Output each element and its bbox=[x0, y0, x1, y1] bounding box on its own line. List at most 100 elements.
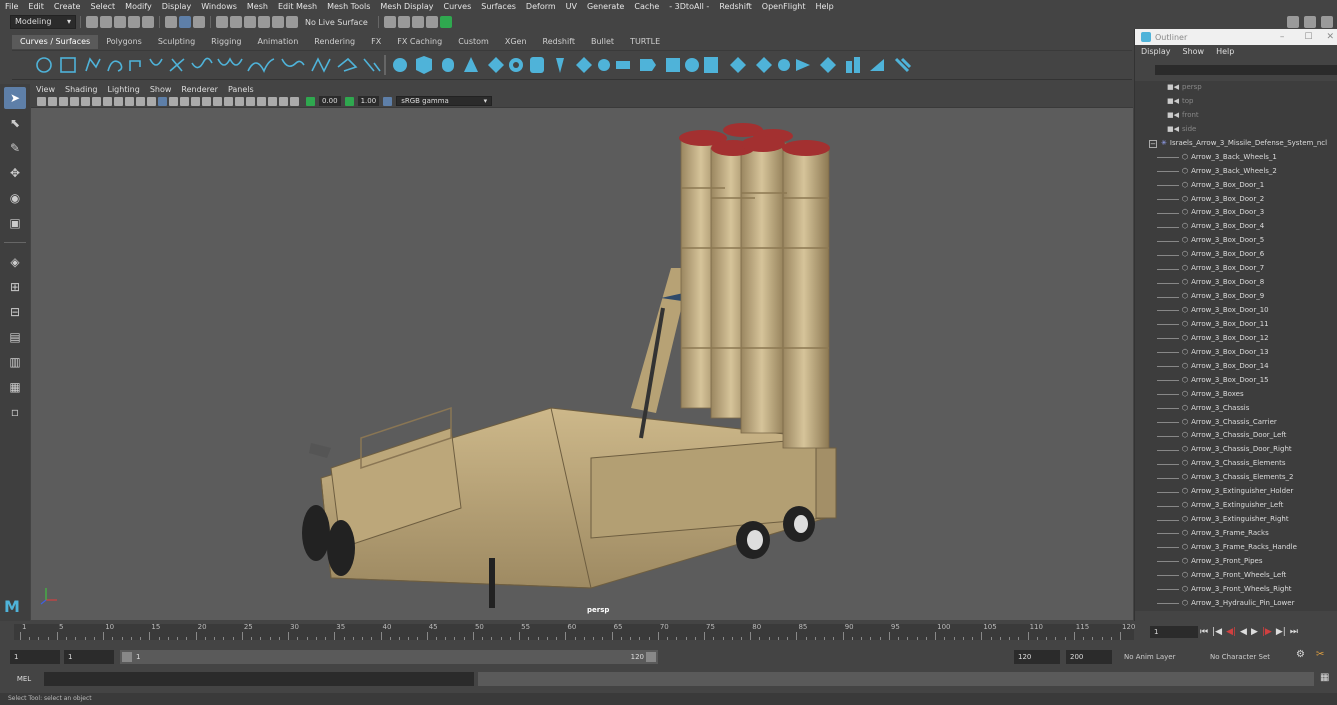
paint-select-icon[interactable]: ✎ bbox=[4, 137, 26, 159]
animation-start-field[interactable]: 1 bbox=[10, 650, 60, 664]
outliner-item[interactable]: ⬡ Arrow_3_Box_Door_13 bbox=[1135, 346, 1337, 360]
four-view-icon[interactable]: ⊞ bbox=[4, 276, 26, 298]
shelf-tab-custom[interactable]: Custom bbox=[450, 35, 497, 49]
outliner-item[interactable]: ⬡ Arrow_3_Box_Door_3 bbox=[1135, 206, 1337, 220]
render-view-icon[interactable] bbox=[383, 16, 396, 28]
outliner-camera-item[interactable]: ■◀ side bbox=[1135, 123, 1337, 137]
save-scene-icon[interactable] bbox=[114, 16, 126, 28]
smooth-shade-icon[interactable] bbox=[169, 96, 178, 106]
mel-label[interactable]: MEL bbox=[8, 672, 40, 686]
outliner-item[interactable]: ⬡ Arrow_3_Box_Door_15 bbox=[1135, 374, 1337, 388]
safe-action-icon[interactable] bbox=[136, 96, 145, 106]
outliner-item[interactable]: ⬡ Arrow_3_Back_Wheels_1 bbox=[1135, 151, 1337, 165]
viewport-menu-show[interactable]: Show bbox=[145, 84, 177, 95]
menu-select[interactable]: Select bbox=[85, 0, 120, 13]
maximize-icon[interactable]: ☐ bbox=[1304, 32, 1312, 42]
time-slider[interactable]: 1 5 10 15 20 25 30 35 40 45 50 55 60 65 70 75 80 85 90 95 10… bbox=[14, 623, 1135, 640]
viewport-menu-renderer[interactable]: Renderer bbox=[176, 84, 223, 95]
command-input[interactable] bbox=[44, 672, 474, 686]
menu-openflight[interactable]: OpenFlight bbox=[757, 0, 811, 13]
shelf-tab-sculpting[interactable]: Sculpting bbox=[150, 35, 203, 49]
outliner-item[interactable]: ⬡ Arrow_3_Box_Door_1 bbox=[1135, 179, 1337, 193]
outliner-camera-item[interactable]: ■◀ persp bbox=[1135, 81, 1337, 95]
outliner-item[interactable]: ⬡ Arrow_3_Box_Door_9 bbox=[1135, 290, 1337, 304]
viewport-menu-lighting[interactable]: Lighting bbox=[102, 84, 144, 95]
menu-deform[interactable]: Deform bbox=[521, 0, 561, 13]
outliner-item[interactable]: ⬡ Arrow_3_Hydraulic_Pin_Lower bbox=[1135, 597, 1337, 611]
shelf-tab-animation[interactable]: Animation bbox=[249, 35, 306, 49]
outliner-item[interactable]: ⬡ Arrow_3_Front_Wheels_Right bbox=[1135, 583, 1337, 597]
menu-redshift[interactable]: Redshift bbox=[714, 0, 756, 13]
shelf-tab-rendering[interactable]: Rendering bbox=[306, 35, 363, 49]
outliner-layout-icon[interactable]: ▦ bbox=[4, 376, 26, 398]
viewport-menu-view[interactable]: View bbox=[31, 84, 60, 95]
scale-tool-icon[interactable]: ▣ bbox=[4, 212, 26, 234]
snap-view-icon[interactable] bbox=[258, 16, 270, 28]
live-surface-label[interactable]: No Live Surface bbox=[305, 18, 368, 27]
shelf-tab-redshift[interactable]: Redshift bbox=[535, 35, 583, 49]
outliner-item[interactable]: ⬡ Arrow_3_Box_Door_11 bbox=[1135, 318, 1337, 332]
select-component-icon[interactable] bbox=[193, 16, 205, 28]
character-set-dropdown[interactable]: No Character Set bbox=[1210, 650, 1270, 664]
persp-graph-icon[interactable]: ▥ bbox=[4, 351, 26, 373]
gamma-field[interactable]: 1.00 bbox=[357, 96, 380, 106]
open-scene-icon[interactable] bbox=[100, 16, 112, 28]
step-back-frame-icon[interactable]: ◀| bbox=[1226, 627, 1236, 637]
outliner-item[interactable]: ⬡ Arrow_3_Extinguisher_Left bbox=[1135, 499, 1337, 513]
menu-cache[interactable]: Cache bbox=[629, 0, 664, 13]
image-plane-icon[interactable] bbox=[70, 96, 79, 106]
isolate-select-icon[interactable] bbox=[257, 96, 266, 106]
menu-edit[interactable]: Edit bbox=[23, 0, 49, 13]
snap-surface-icon[interactable] bbox=[272, 16, 284, 28]
scene-render[interactable] bbox=[31, 108, 1133, 620]
menu-generate[interactable]: Generate bbox=[582, 0, 629, 13]
snap-point-icon[interactable] bbox=[244, 16, 256, 28]
menu-display[interactable]: Display bbox=[157, 0, 197, 13]
viewport-menu-panels[interactable]: Panels bbox=[223, 84, 259, 95]
outliner-item[interactable]: ⬡ Arrow_3_Box_Door_2 bbox=[1135, 193, 1337, 207]
motion-blur-icon[interactable] bbox=[224, 96, 233, 106]
outliner-item[interactable]: ⬡ Arrow_3_Front_Wheels_Left bbox=[1135, 569, 1337, 583]
render-settings-icon[interactable] bbox=[425, 16, 438, 28]
depth-of-field-icon[interactable] bbox=[246, 96, 255, 106]
animation-end-field[interactable]: 200 bbox=[1066, 650, 1112, 664]
outliner-item[interactable]: ⬡ Arrow_3_Box_Door_8 bbox=[1135, 276, 1337, 290]
gamma-icon[interactable] bbox=[344, 96, 354, 106]
menu-modify[interactable]: Modify bbox=[120, 0, 157, 13]
menu-uv[interactable]: UV bbox=[561, 0, 582, 13]
menu-file[interactable]: File bbox=[0, 0, 23, 13]
outliner-item[interactable]: ⬡ Arrow_3_Box_Door_4 bbox=[1135, 220, 1337, 234]
go-to-end-icon[interactable]: ⏭ bbox=[1290, 627, 1298, 637]
preferences-icon[interactable]: ✂ bbox=[1316, 649, 1324, 660]
undo-icon[interactable] bbox=[128, 16, 140, 28]
move-tool-icon[interactable]: ✥ bbox=[4, 162, 26, 184]
select-object-icon[interactable] bbox=[179, 16, 191, 28]
ambient-occlusion-icon[interactable] bbox=[213, 96, 222, 106]
render-icon[interactable] bbox=[397, 16, 410, 28]
outliner-item[interactable]: ⬡ Arrow_3_Box_Door_5 bbox=[1135, 234, 1337, 248]
outliner-item[interactable]: ⬡ Arrow_3_Box_Door_14 bbox=[1135, 360, 1337, 374]
shelf-tab-rigging[interactable]: Rigging bbox=[203, 35, 249, 49]
collapse-icon[interactable]: − bbox=[1149, 139, 1157, 148]
shadows-icon[interactable] bbox=[202, 96, 211, 106]
film-gate-icon[interactable] bbox=[92, 96, 101, 106]
shelf-tab-turtle[interactable]: TURTLE bbox=[622, 35, 668, 49]
shelf-tab-bullet[interactable]: Bullet bbox=[583, 35, 622, 49]
colorspace-dropdown[interactable]: sRGB gamma ▾ bbox=[396, 96, 493, 106]
workspace-icon[interactable] bbox=[1287, 16, 1299, 28]
outliner-camera-item[interactable]: ■◀ front bbox=[1135, 109, 1337, 123]
mode-dropdown[interactable]: Modeling ▾ bbox=[10, 15, 76, 29]
outliner-item[interactable]: ⬡ Arrow_3_Extinguisher_Right bbox=[1135, 513, 1337, 527]
magnet-icon[interactable] bbox=[286, 16, 298, 28]
outliner-item[interactable]: ⬡ Arrow_3_Front_Pipes bbox=[1135, 555, 1337, 569]
outliner-item[interactable]: ⬡ Arrow_3_Chassis_Elements_2 bbox=[1135, 471, 1337, 485]
persp-outliner-icon[interactable]: ▤ bbox=[4, 326, 26, 348]
hypershade-icon[interactable] bbox=[439, 16, 452, 28]
anti-alias-icon[interactable] bbox=[235, 96, 244, 106]
outliner-item[interactable]: ⬡ Arrow_3_Box_Door_6 bbox=[1135, 248, 1337, 262]
outliner-search-input[interactable] bbox=[1155, 65, 1337, 75]
outliner-item[interactable]: ⬡ Arrow_3_Boxes bbox=[1135, 388, 1337, 402]
menu-surfaces[interactable]: Surfaces bbox=[476, 0, 521, 13]
single-view-icon[interactable]: ◈ bbox=[4, 251, 26, 273]
minimize-icon[interactable]: – bbox=[1280, 32, 1285, 42]
